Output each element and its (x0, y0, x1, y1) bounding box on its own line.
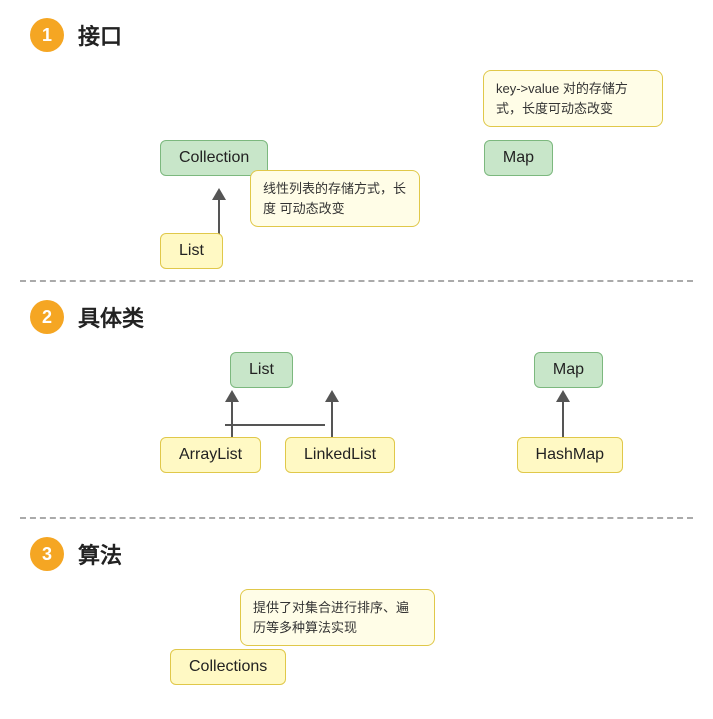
section-2-num: 2 (30, 300, 64, 334)
hashmap-to-map-arrow (556, 390, 570, 437)
section-1-diagram: key->value 对的存储方 式，长度可动态改变 Map Collectio… (30, 70, 683, 280)
section-3-title: 算法 (78, 538, 122, 570)
linkedlist-to-list-arrow (325, 390, 339, 437)
section-2-diagram: List Map ArrayList LinkedList HashMap (30, 352, 683, 517)
arrow-head (212, 188, 226, 200)
section-3-diagram: 提供了对集合进行排序、遍 历等多种算法实现 Collections (30, 589, 683, 709)
list-callout: 线性列表的存储方式，长度 可动态改变 (250, 170, 420, 227)
collections-callout: 提供了对集合进行排序、遍 历等多种算法实现 (240, 589, 435, 646)
arrow-head (556, 390, 570, 402)
arrow-head (225, 390, 239, 402)
section-2: 2 具体类 List Map ArrayList LinkedList (0, 282, 713, 517)
arrow-head (325, 390, 339, 402)
list-box-2: List (230, 352, 293, 388)
arrow-line (331, 402, 333, 437)
section-3: 3 算法 提供了对集合进行排序、遍 历等多种算法实现 Collections (0, 519, 713, 719)
section-3-num: 3 (30, 537, 64, 571)
h-connector-1 (225, 422, 335, 428)
map-box: Map (484, 140, 553, 176)
map-box-2: Map (534, 352, 603, 388)
list-box: List (160, 233, 223, 269)
section-1: 1 接口 key->value 对的存储方 式，长度可动态改变 Map Coll… (0, 0, 713, 280)
map-callout: key->value 对的存储方 式，长度可动态改变 (483, 70, 663, 127)
section-3-header: 3 算法 (30, 537, 683, 571)
section-1-title: 接口 (78, 19, 122, 51)
arraylist-box: ArrayList (160, 437, 261, 473)
section-1-num: 1 (30, 18, 64, 52)
hashmap-box: HashMap (517, 437, 623, 473)
arrow-line (231, 402, 233, 437)
section-2-header: 2 具体类 (30, 300, 683, 334)
collection-box: Collection (160, 140, 268, 176)
section-1-header: 1 接口 (30, 18, 683, 52)
section-2-title: 具体类 (78, 301, 144, 333)
linkedlist-box: LinkedList (285, 437, 395, 473)
collections-box: Collections (170, 649, 286, 685)
arrow-line (562, 402, 564, 437)
arraylist-to-list-arrow (225, 390, 239, 437)
